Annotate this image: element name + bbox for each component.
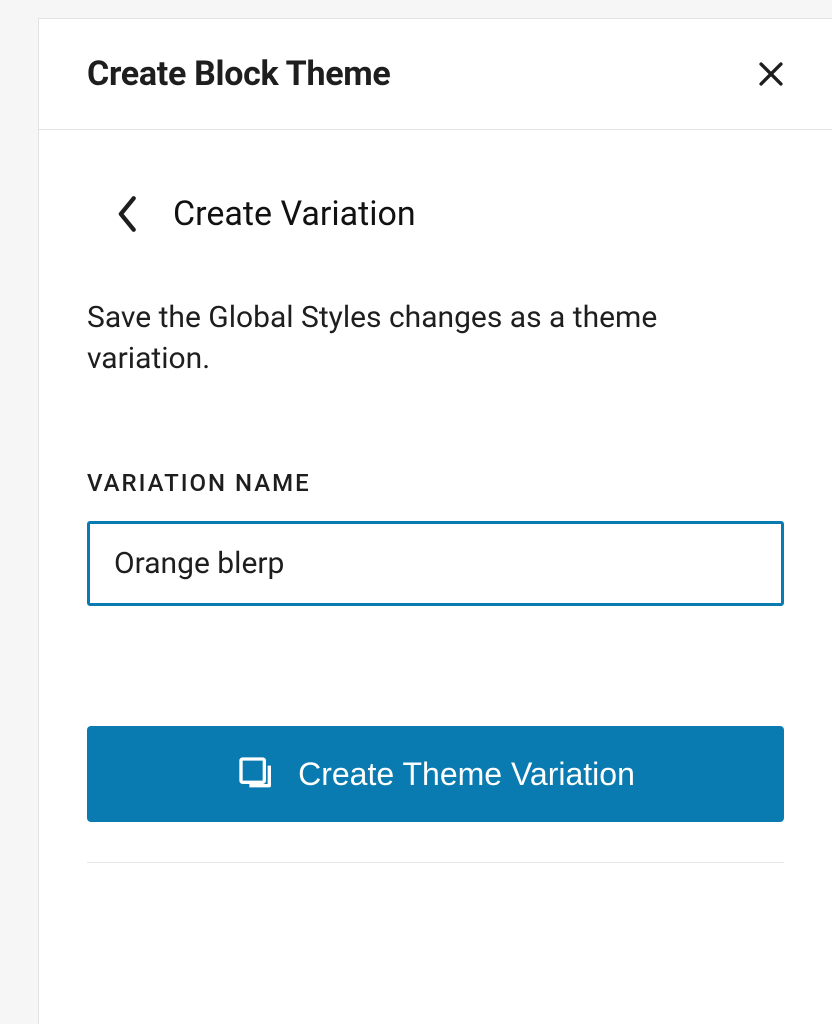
close-icon	[754, 57, 788, 91]
panel-header: Create Block Theme	[39, 19, 832, 130]
divider	[87, 862, 784, 863]
create-block-theme-panel: Create Block Theme Create Variation Save…	[38, 18, 832, 1024]
panel-description: Save the Global Styles changes as a them…	[87, 298, 784, 379]
create-theme-variation-button[interactable]: Create Theme Variation	[87, 726, 784, 822]
back-button[interactable]	[111, 190, 145, 238]
panel-title: Create Block Theme	[87, 54, 390, 94]
close-button[interactable]	[748, 51, 794, 97]
sub-title: Create Variation	[173, 194, 416, 234]
copy-icon	[236, 754, 276, 794]
variation-name-input[interactable]	[87, 521, 784, 606]
submit-label: Create Theme Variation	[298, 756, 635, 793]
variation-name-label: VARIATION NAME	[87, 469, 784, 497]
panel-body: Create Variation Save the Global Styles …	[39, 130, 832, 903]
chevron-left-icon	[115, 194, 141, 234]
sub-header: Create Variation	[111, 190, 784, 238]
